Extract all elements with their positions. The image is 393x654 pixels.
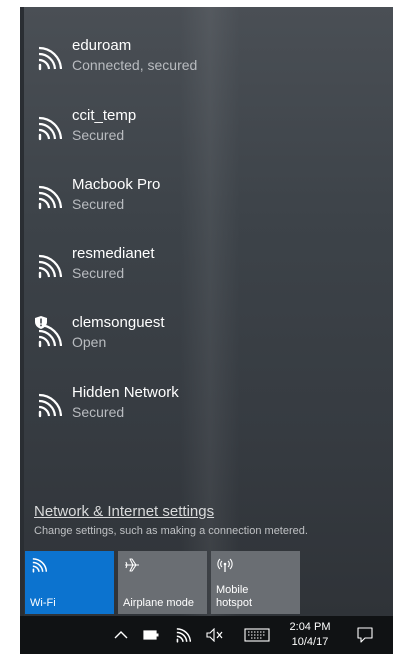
shield-warning-icon xyxy=(35,316,47,329)
network-status: Secured xyxy=(72,404,125,420)
action-center-icon[interactable] xyxy=(350,616,380,654)
mobile-hotspot-tile[interactable]: Mobile hotspot xyxy=(211,551,300,614)
network-settings-link[interactable]: Network & Internet settings xyxy=(34,503,214,520)
network-item-hidden-network[interactable]: Hidden Network Secured xyxy=(20,382,393,442)
network-item-macbook-pro[interactable]: Macbook Pro Secured xyxy=(20,174,393,234)
scroll-accent-top xyxy=(20,7,23,222)
network-status: Secured xyxy=(72,196,125,212)
hotspot-tile-label-line2: hotspot xyxy=(216,597,253,609)
airplane-icon xyxy=(125,558,139,572)
wifi-icon[interactable] xyxy=(170,616,196,654)
airplane-tile-label: Airplane mode xyxy=(123,597,194,609)
wifi-signal-icon xyxy=(38,46,62,71)
battery-icon[interactable] xyxy=(138,616,164,654)
network-flyout: eduroam Connected, secured ccit_temp Sec… xyxy=(20,7,393,616)
wifi-toggle-tile[interactable]: Wi-Fi xyxy=(25,551,114,614)
network-item-clemsonguest[interactable]: clemsonguest Open xyxy=(20,312,393,372)
scroll-accent-mid xyxy=(20,237,23,397)
network-name: resmedianet xyxy=(72,245,155,262)
wifi-signal-icon xyxy=(38,254,62,279)
taskbar-clock[interactable]: 2:04 PM 10/4/17 xyxy=(285,620,335,650)
clock-time: 2:04 PM xyxy=(289,621,331,633)
hotspot-icon xyxy=(217,558,233,572)
hotspot-tile-label-line1: Mobile xyxy=(216,584,249,596)
network-item-resmedianet[interactable]: resmedianet Secured xyxy=(20,243,393,303)
network-name: eduroam xyxy=(72,37,132,54)
network-name: clemsonguest xyxy=(72,314,165,331)
taskbar: 2:04 PM 10/4/17 xyxy=(20,616,393,654)
network-status: Connected, secured xyxy=(72,57,198,73)
network-name: Hidden Network xyxy=(72,384,179,401)
volume-muted-icon[interactable] xyxy=(202,616,228,654)
network-status: Open xyxy=(72,334,107,350)
wifi-tile-label: Wi-Fi xyxy=(30,597,56,609)
wifi-signal-icon xyxy=(38,185,62,210)
network-status: Secured xyxy=(72,127,125,143)
clock-date: 10/4/17 xyxy=(291,636,329,648)
keyboard-icon[interactable] xyxy=(240,616,274,654)
network-name: Macbook Pro xyxy=(72,176,161,193)
wifi-signal-icon xyxy=(38,116,62,141)
chevron-up-icon[interactable] xyxy=(108,616,134,654)
network-status: Secured xyxy=(72,265,125,281)
wifi-icon xyxy=(32,558,47,573)
network-name: ccit_temp xyxy=(72,107,137,124)
airplane-mode-tile[interactable]: Airplane mode xyxy=(118,551,207,614)
network-item-eduroam[interactable]: eduroam Connected, secured xyxy=(20,35,393,95)
network-settings-description: Change settings, such as making a connec… xyxy=(34,525,308,537)
wifi-signal-icon xyxy=(38,393,62,418)
network-item-ccit-temp[interactable]: ccit_temp Secured xyxy=(20,105,393,165)
